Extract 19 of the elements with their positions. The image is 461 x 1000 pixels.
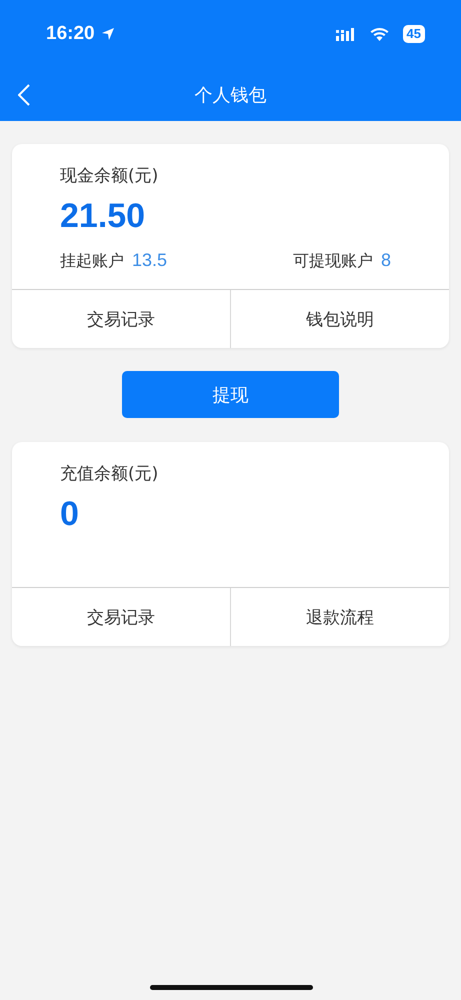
action-button[interactable]: 交易记录 bbox=[12, 588, 230, 646]
action-button[interactable]: 交易记录 bbox=[12, 290, 230, 348]
balance-label: 充值余额(元) bbox=[60, 463, 160, 485]
wifi-icon bbox=[370, 27, 389, 41]
action-button[interactable]: 钱包说明 bbox=[230, 290, 449, 348]
balance-amount: 21.50 bbox=[60, 197, 146, 236]
account-value: 13.5 bbox=[132, 250, 168, 271]
page-title: 个人钱包 bbox=[194, 84, 266, 106]
withdraw-button[interactable]: 提现 bbox=[122, 371, 339, 418]
action-button[interactable]: 退款流程 bbox=[230, 588, 449, 646]
account-label: 挂起账户 bbox=[60, 251, 124, 272]
location-arrow-icon bbox=[100, 27, 115, 41]
balance-amount: 0 bbox=[60, 495, 80, 534]
back-icon[interactable] bbox=[18, 84, 30, 106]
account-label: 可提现账户 bbox=[292, 251, 373, 272]
battery-level: 45 bbox=[402, 25, 425, 43]
balance-label: 现金余额(元) bbox=[60, 165, 160, 187]
clock-time: 16:20 bbox=[46, 23, 95, 45]
account-value: 8 bbox=[380, 250, 391, 271]
